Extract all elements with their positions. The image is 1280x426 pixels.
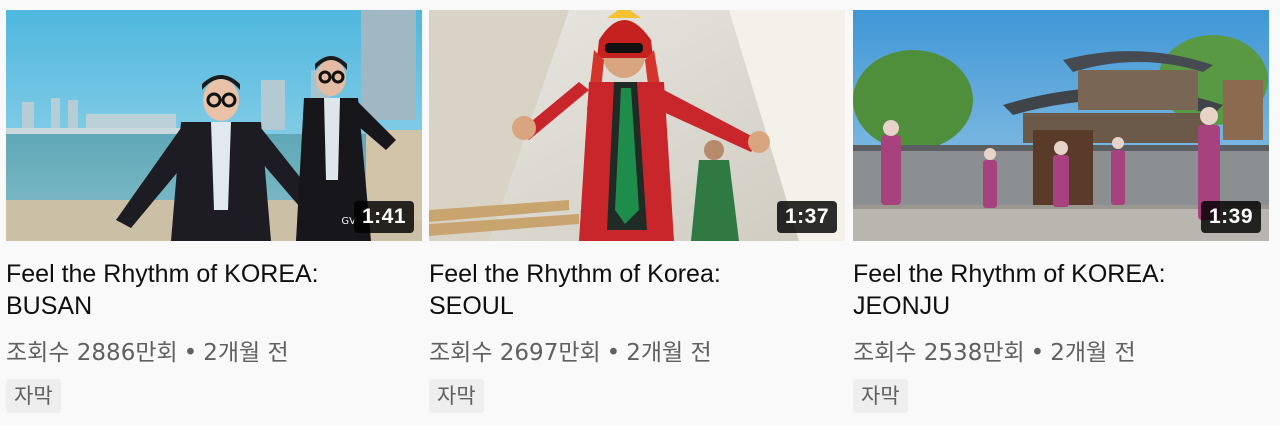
video-title[interactable]: Feel the Rhythm of Korea: SEOUL: [429, 258, 809, 322]
video-title-line: Feel the Rhythm of Korea:: [429, 260, 721, 288]
view-count: 조회수 2538만회: [853, 340, 1025, 366]
subtitles-badge: 자막: [6, 379, 61, 413]
meta-separator: •: [183, 340, 198, 366]
meta-separator: •: [606, 340, 621, 366]
video-duration: 1:39: [1200, 201, 1261, 233]
video-metadata: 조회수 2538만회 • 2개월 전: [853, 339, 1269, 367]
video-card-seoul[interactable]: 1:37 Feel the Rhythm of Korea: SEOUL 조회수…: [429, 10, 845, 413]
video-title[interactable]: Feel the Rhythm of KOREA: JEONJU: [853, 258, 1233, 322]
video-duration: 1:37: [776, 201, 837, 233]
video-card-jeonju[interactable]: 1:39 Feel the Rhythm of KOREA: JEONJU 조회…: [853, 10, 1269, 413]
video-thumbnail[interactable]: GV 1:41: [6, 10, 422, 241]
video-title-line: SEOUL: [429, 292, 514, 320]
view-count: 조회수 2886만회: [6, 340, 178, 366]
subtitles-badge: 자막: [429, 379, 484, 413]
video-thumbnail[interactable]: 1:39: [853, 10, 1269, 241]
video-metadata: 조회수 2697만회 • 2개월 전: [429, 339, 845, 367]
video-card-busan[interactable]: GV 1:41 Feel the Rhythm of KOREA: BUSAN …: [6, 10, 422, 413]
video-title-line: Feel the Rhythm of KOREA:: [6, 260, 319, 288]
video-title-line: BUSAN: [6, 292, 93, 320]
subtitles-badge: 자막: [853, 379, 908, 413]
video-title-line: JEONJU: [853, 292, 951, 320]
video-grid: GV 1:41 Feel the Rhythm of KOREA: BUSAN …: [0, 0, 1280, 426]
upload-age: 2개월 전: [1050, 340, 1136, 366]
video-title-line: Feel the Rhythm of KOREA:: [853, 260, 1166, 288]
upload-age: 2개월 전: [203, 340, 289, 366]
video-title[interactable]: Feel the Rhythm of KOREA: BUSAN: [6, 258, 386, 322]
upload-age: 2개월 전: [626, 340, 712, 366]
view-count: 조회수 2697만회: [429, 340, 601, 366]
meta-separator: •: [1030, 340, 1045, 366]
video-metadata: 조회수 2886만회 • 2개월 전: [6, 339, 422, 367]
video-duration: 1:41: [353, 201, 414, 233]
video-thumbnail[interactable]: 1:37: [429, 10, 845, 241]
